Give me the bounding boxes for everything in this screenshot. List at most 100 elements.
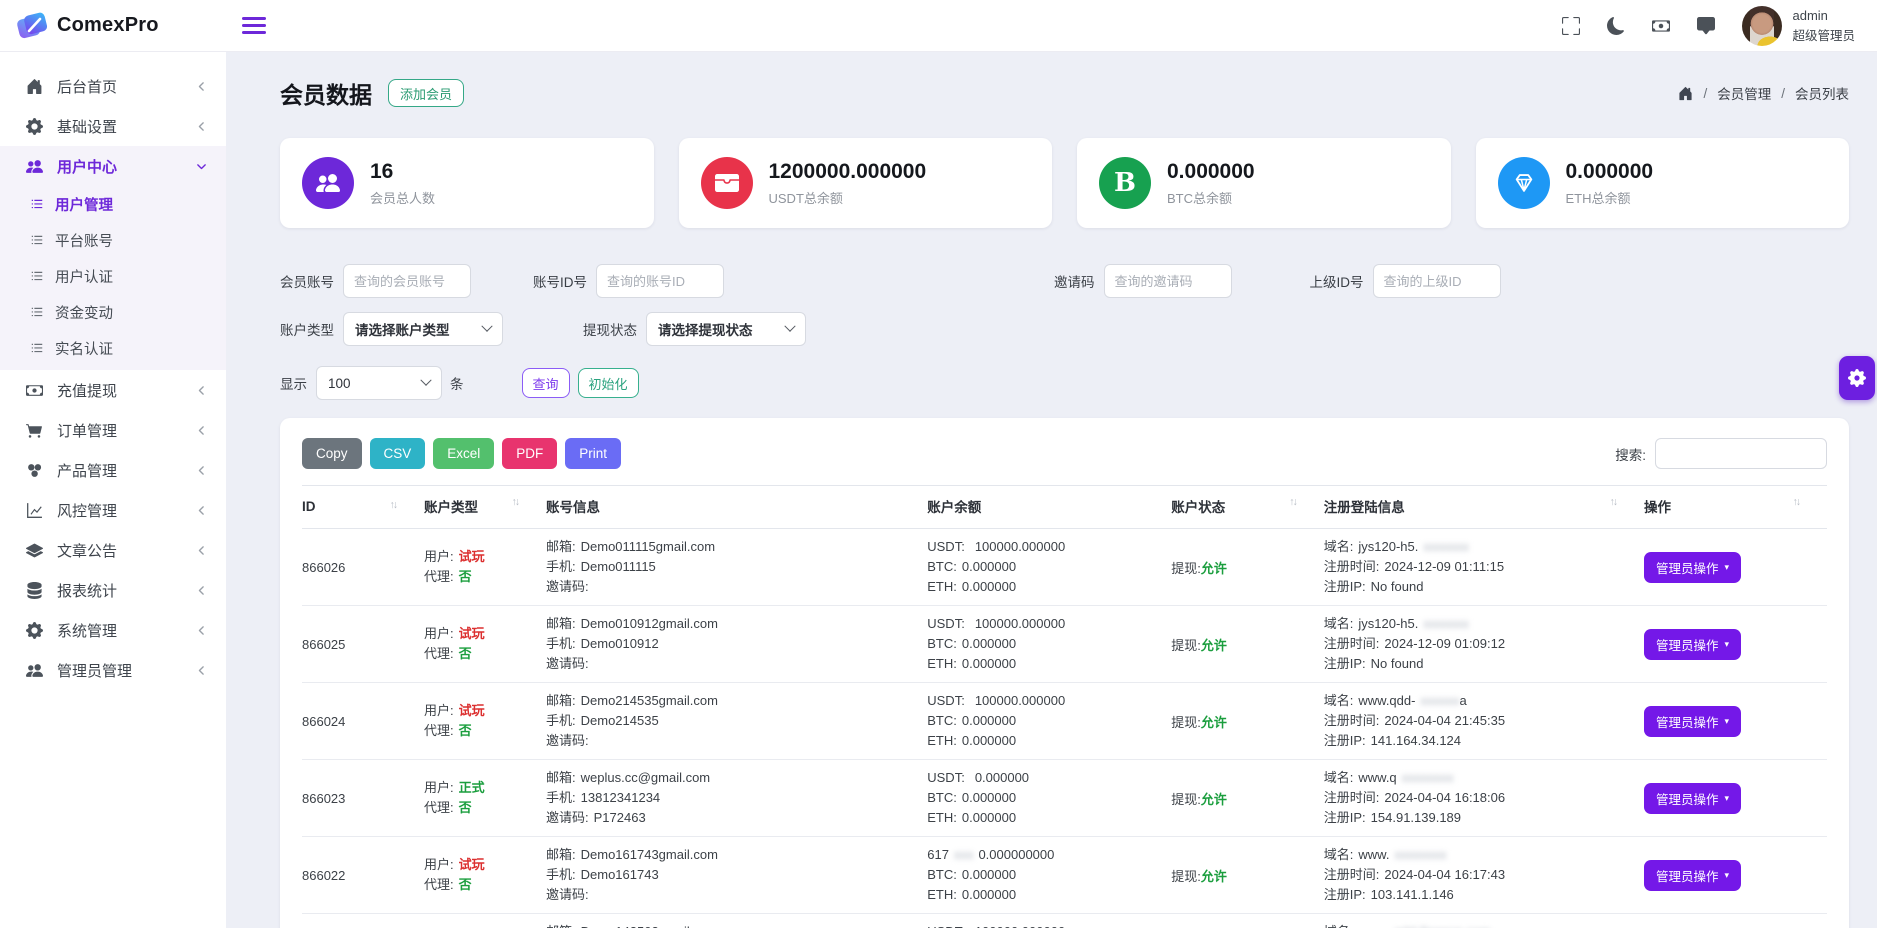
boxes-icon (26, 462, 44, 479)
query-button[interactable]: 查询 (522, 368, 570, 398)
sidebar-item-platform-accounts[interactable]: 平台账号 (0, 222, 226, 258)
sort-icon[interactable]: ↑↓ (1289, 496, 1296, 508)
sidebar-item-articles[interactable]: 文章公告 (0, 530, 226, 570)
export-copy-button[interactable]: Copy (302, 438, 362, 469)
stat-card-usdt: 1200000.000000USDT总余额 (679, 138, 1053, 228)
sidebar-item-order-management[interactable]: 订单管理 (0, 410, 226, 450)
chevron-left-icon (195, 464, 208, 477)
avatar[interactable] (1742, 6, 1782, 46)
search-label: 搜索: (1615, 444, 1646, 464)
usdt-balance: 0.000000 (975, 770, 1029, 785)
email-value: weplus.cc@gmail.com (581, 770, 711, 785)
settings-fab[interactable] (1839, 356, 1875, 400)
regtime-value: 2024-04-04 16:18:06 (1384, 790, 1505, 805)
export-pdf-button[interactable]: PDF (502, 438, 557, 469)
cart-icon (26, 422, 44, 439)
page-size-select[interactable]: 100 (316, 366, 442, 400)
users-icon (302, 157, 354, 209)
sidebar-item-basic-settings[interactable]: 基础设置 (0, 106, 226, 146)
add-member-button[interactable]: 添加会员 (388, 79, 464, 107)
member-account-input[interactable] (343, 264, 471, 298)
sidebar-item-risk-management[interactable]: 风控管理 (0, 490, 226, 530)
sidebar-item-user-verification[interactable]: 用户认证 (0, 258, 226, 294)
export-excel-button[interactable]: Excel (433, 438, 494, 469)
domain-value: www.q (1358, 770, 1396, 785)
home-icon[interactable] (1678, 86, 1693, 101)
fullscreen-icon[interactable] (1562, 17, 1580, 35)
stat-card-eth: 0.000000ETH总余额 (1476, 138, 1850, 228)
sidebar-item-report-statistics[interactable]: 报表统计 (0, 570, 226, 610)
btc-balance: 0.000000 (962, 559, 1016, 574)
table-body: 866026 用户:试玩 代理:否 邮箱:Demo011115gmail.com… (302, 529, 1827, 928)
admin-actions-button[interactable]: 管理员操作▾ (1644, 706, 1741, 737)
admin-actions-button[interactable]: 管理员操作▾ (1644, 860, 1741, 891)
sidebar-item-deposit-withdraw[interactable]: 充值提现 (0, 370, 226, 410)
sort-icon[interactable]: ↑↓ (1610, 496, 1617, 508)
admin-actions-button[interactable]: 管理员操作▾ (1644, 783, 1741, 814)
sidebar-item-fund-changes[interactable]: 资金变动 (0, 294, 226, 330)
table-row: 866024 用户:试玩 代理:否 邮箱:Demo214535gmail.com… (302, 683, 1827, 760)
withdraw-status-value: 允许 (1201, 869, 1227, 884)
chevron-left-icon (195, 504, 208, 517)
withdraw-status-select[interactable]: 请选择提现状态 (646, 312, 806, 346)
chevron-left-icon (195, 424, 208, 437)
phone-value: Demo214535 (581, 713, 659, 728)
breadcrumb-item[interactable]: 会员管理 (1717, 83, 1771, 103)
sidebar-item-user-center[interactable]: 用户中心 (0, 146, 226, 186)
breadcrumb: / 会员管理 / 会员列表 (1678, 83, 1849, 103)
chat-icon[interactable] (1697, 17, 1715, 35)
account-type-select[interactable]: 请选择账户类型 (343, 312, 503, 346)
sort-icon[interactable]: ↑↓ (390, 499, 397, 511)
regtime-value: 2024-04-04 16:17:43 (1384, 867, 1505, 882)
phone-value: Demo011115 (581, 559, 656, 574)
reset-button[interactable]: 初始化 (578, 368, 639, 398)
moon-icon[interactable] (1607, 17, 1625, 35)
export-print-button[interactable]: Print (565, 438, 621, 469)
user-type-value: 试玩 (459, 857, 485, 872)
user-type-value: 试玩 (459, 703, 485, 718)
agent-value: 否 (459, 877, 472, 892)
table-row: 用户: 代理: 邮箱:Demo142502gmail.com 手机: 邀请码: … (302, 914, 1827, 928)
user-type-value: 试玩 (459, 626, 485, 641)
chevron-down-icon (481, 321, 492, 332)
caret-down-icon: ▾ (1725, 639, 1730, 650)
caret-down-icon: ▾ (1725, 870, 1730, 881)
gear-icon (1848, 369, 1866, 387)
sidebar-item-realname-verification[interactable]: 实名认证 (0, 330, 226, 366)
row-id: 866026 (302, 529, 424, 606)
sidebar-item-product-management[interactable]: 产品管理 (0, 450, 226, 490)
stat-card-members: 16会员总人数 (280, 138, 654, 228)
user-type-value: 试玩 (459, 549, 485, 564)
account-id-input[interactable] (596, 264, 724, 298)
agent-value: 否 (459, 800, 472, 815)
column-header-5: 注册登陆信息↑↓ (1324, 486, 1644, 529)
chevron-left-icon (195, 384, 208, 397)
row-id: 866024 (302, 683, 424, 760)
breadcrumb-item-current: 会员列表 (1795, 83, 1849, 103)
admin-role: 超级管理员 (1792, 25, 1855, 44)
stat-label: ETH总余额 (1566, 188, 1654, 207)
column-header-4: 账户状态↑↓ (1171, 486, 1324, 529)
sort-icon[interactable]: ↑↓ (1793, 496, 1800, 508)
table-row: 866026 用户:试玩 代理:否 邮箱:Demo011115gmail.com… (302, 529, 1827, 606)
sidebar-item-system-management[interactable]: 系统管理 (0, 610, 226, 650)
chevron-down-icon (420, 375, 431, 386)
withdraw-status-value: 允许 (1201, 715, 1227, 730)
menu-toggle-button[interactable] (242, 17, 266, 34)
list-icon (30, 197, 45, 211)
email-value: Demo142502gmail.com (581, 924, 718, 928)
parent-id-input[interactable] (1373, 264, 1501, 298)
sort-icon[interactable]: ↑↓ (512, 496, 519, 508)
sidebar-item-admin-management[interactable]: 管理员管理 (0, 650, 226, 690)
sidebar-item-dashboard[interactable]: 后台首页 (0, 66, 226, 106)
admin-actions-button[interactable]: 管理员操作▾ (1644, 629, 1741, 660)
withdraw-status-value: 允许 (1201, 561, 1227, 576)
table-search-input[interactable] (1655, 438, 1827, 469)
domain-value: jys120-h5. (1358, 539, 1418, 554)
invite-code-input[interactable] (1104, 264, 1232, 298)
admin-actions-button[interactable]: 管理员操作▾ (1644, 552, 1741, 583)
sidebar-item-user-management[interactable]: 用户管理 (0, 186, 226, 222)
cash-icon[interactable] (1652, 17, 1670, 35)
usdt-balance: 100000.000000 (975, 539, 1065, 554)
export-csv-button[interactable]: CSV (370, 438, 426, 469)
